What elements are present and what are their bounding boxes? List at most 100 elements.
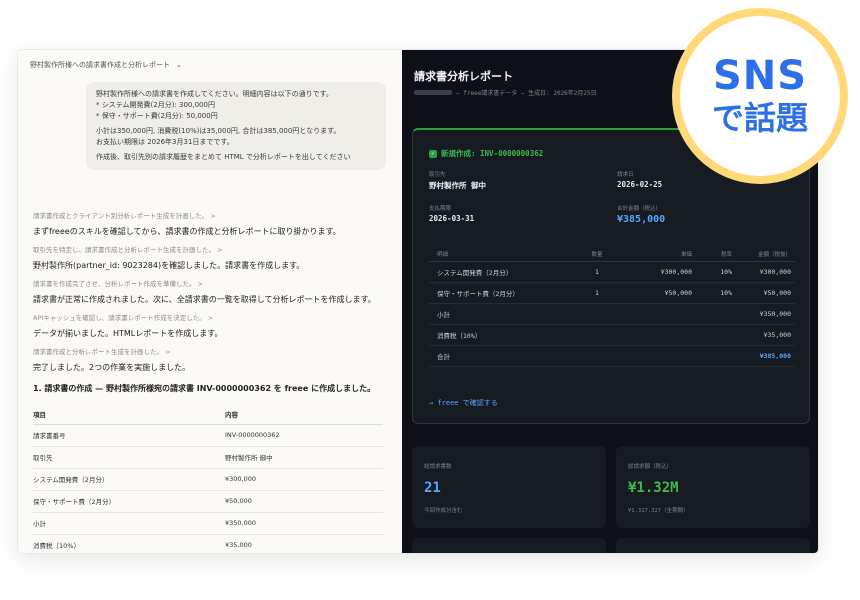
chat-pane: 野村製作所様への請求書作成と分析レポート ⌄ 野村製作所様への請求書を作成してく… [18, 50, 402, 553]
open-in-freee-link[interactable]: → freee で確認する [429, 398, 498, 408]
thinking-step[interactable]: 請求書作成とクライアント別分析レポート生成を計画した。 > [33, 210, 216, 220]
assistant-message: 請求書が正常に作成されました。次に、全請求書の一覧を取得して分析レポートを作成し… [33, 295, 376, 304]
table-cell: ¥50,000 [225, 490, 383, 513]
date-label: 請求日 [617, 172, 634, 178]
table-row: 小計 ¥350,000 [33, 512, 383, 535]
badge-text: 新規作成: INV-0000000362 [441, 149, 544, 158]
grand-total-row: 合計 ¥385,000 [429, 346, 795, 367]
table-row: 保守・サポート費（2月分） 1 ¥50,000 10% ¥50,000 [429, 283, 795, 304]
sns-badge-line1: SNS [712, 53, 808, 99]
subtotal-value: ¥350,000 [759, 310, 791, 318]
assistant-message: 完了しました。2つの作業を実施しました。 [33, 363, 191, 372]
stat-label: 総請求書数 [424, 464, 452, 470]
total-value: ¥385,000 [617, 214, 666, 225]
assistant-message: まずfreeeのスキルを確認してから、請求書の作成と分析レポートに取り掛かります… [33, 227, 341, 236]
table-cell: ¥350,000 [225, 512, 383, 535]
table-cell: 10% [720, 289, 732, 297]
table-cell: ¥300,000 [759, 268, 791, 276]
stat-label: 総請求額（税込） [628, 464, 673, 470]
table-row: 保守・サポート費（2月分） ¥50,000 [33, 490, 383, 513]
table-cell: 消費税（10%） [33, 534, 225, 553]
stat-value: ¥1.32M [628, 480, 679, 496]
report-subtitle: — freee請求書データ — 生成日: 2026年2月25日 [414, 88, 597, 97]
check-icon: ✓ [429, 149, 437, 158]
tax-label: 消費税（10%） [437, 332, 482, 340]
table-cell: 10% [720, 268, 732, 276]
due-label: 支払期限 [429, 206, 452, 212]
stat-note: 今回作成分含む [424, 508, 463, 514]
column-header: 明細 [437, 251, 449, 258]
table-cell: 小計 [33, 512, 225, 535]
subtotal-row: 小計 ¥350,000 [429, 304, 795, 325]
conversation-title-text: 野村製作所様への請求書作成と分析レポート [30, 61, 170, 69]
stat-card-partial [616, 538, 810, 553]
thinking-step[interactable]: 請求書を作成完了させ、分析レポート作成を準備した。 > [33, 278, 203, 288]
conversation-title[interactable]: 野村製作所様への請求書作成と分析レポート ⌄ [30, 60, 182, 70]
stat-note: ¥1,317,327（全期間） [628, 508, 689, 514]
report-subtitle-text: — freee請求書データ — 生成日: 2026年2月25日 [456, 90, 597, 97]
user-message-line: * システム開発費(2月分): 300,000円 [96, 101, 215, 109]
table-cell: ¥50,000 [664, 289, 692, 297]
summary-table: 項目 内容 請求書番号 INV-0000000362 取引先 野村製作所 御中 … [33, 404, 383, 553]
new-invoice-badge: ✓ 新規作成: INV-0000000362 [429, 148, 543, 159]
column-header: 単価 [680, 251, 692, 258]
table-cell: ¥300,000 [660, 268, 692, 276]
stat-card-partial [412, 538, 606, 553]
table-cell: 1 [595, 289, 599, 297]
subtotal-label: 小計 [437, 311, 450, 319]
user-message-line: 作成後、取引先別の請求履歴をまとめて HTML で分析レポートを出してください [96, 153, 351, 161]
total-label: 合計金額（税込） [617, 206, 662, 212]
grand-total-label: 合計 [437, 353, 450, 361]
user-message-line: 野村製作所様への請求書を作成してください。明細内容は以下の通りです。 [96, 90, 333, 98]
line-items-table: 明細 数量 単価 税率 金額（税抜） システム開発費（2月分） 1 ¥300,0… [429, 246, 795, 367]
table-cell: 保守・サポート費（2月分） [33, 490, 225, 513]
redacted-text [414, 90, 452, 95]
stat-card-total-amount: 総請求額（税込） ¥1.32M ¥1,317,327（全期間） [616, 446, 810, 528]
table-row: システム開発費（2月分） ¥300,000 [33, 468, 383, 491]
table-cell: ¥50,000 [763, 289, 791, 297]
thinking-step[interactable]: 取引先を特定し、請求書作成と分析レポート生成を計画した。 > [33, 244, 223, 254]
column-header: 税率 [720, 251, 732, 258]
table-header-row: 項目 内容 [33, 404, 383, 425]
tax-row: 消費税（10%） ¥35,000 [429, 325, 795, 346]
user-message-line: 小計は350,000円, 消費税(10%)は35,000円, 合計は385,00… [96, 127, 341, 135]
partner-value: 野村製作所 御中 [429, 181, 487, 190]
table-cell: システム開発費（2月分） [437, 269, 513, 277]
sns-badge-inner: SNS で話題 [680, 16, 840, 176]
user-message: 野村製作所様への請求書を作成してください。明細内容は以下の通りです。 * システ… [86, 82, 386, 170]
table-cell: 保守・サポート費（2月分） [437, 290, 519, 298]
table-header-row: 明細 数量 単価 税率 金額（税抜） [429, 246, 795, 262]
table-cell: 野村製作所 御中 [225, 446, 383, 469]
partner-label: 取引先 [429, 172, 446, 178]
thinking-step[interactable]: APIキャッシュを確認し、請求書レポート作成を決定した。 > [33, 312, 213, 322]
user-message-line: お支払い期限は 2026年3月31日までです。 [96, 138, 234, 146]
tax-value: ¥35,000 [763, 331, 791, 339]
table-row: 請求書番号 INV-0000000362 [33, 424, 383, 447]
thinking-step[interactable]: 請求書作成と分析レポート生成を計画した。 > [33, 346, 171, 356]
column-header: 項目 [33, 404, 225, 425]
table-cell: 1 [595, 268, 599, 276]
user-message-line: * 保守・サポート費(2月分): 50,000円 [96, 112, 218, 120]
report-title: 請求書分析レポート [414, 70, 513, 83]
sns-badge-line2: で話題 [711, 99, 808, 137]
table-row: システム開発費（2月分） 1 ¥300,000 10% ¥300,000 [429, 262, 795, 283]
stat-card-invoice-count: 総請求書数 21 今回作成分含む [412, 446, 606, 528]
summary-heading: 1. 請求書の作成 — 野村製作所様宛の請求書 INV-0000000362 を… [33, 384, 376, 393]
date-value: 2026-02-25 [617, 180, 663, 189]
column-header: 内容 [225, 404, 383, 425]
table-row: 消費税（10%） ¥35,000 [33, 534, 383, 553]
chevron-down-icon: ⌄ [176, 61, 182, 69]
sns-badge: SNS で話題 [672, 8, 848, 184]
table-cell: 請求書番号 [33, 424, 225, 447]
table-cell: ¥300,000 [225, 468, 383, 491]
table-cell: ¥35,000 [225, 534, 383, 553]
stat-value: 21 [424, 480, 441, 496]
assistant-message: データが揃いました。HTMLレポートを作成します。 [33, 329, 223, 338]
assistant-message: 野村製作所(partner_id: 9023284)を確認しました。請求書を作成… [33, 261, 305, 270]
column-header: 金額（税抜） [757, 251, 791, 258]
table-cell: システム開発費（2月分） [33, 468, 225, 491]
table-cell: 取引先 [33, 446, 225, 469]
table-cell: INV-0000000362 [225, 424, 383, 447]
due-value: 2026-03-31 [429, 214, 475, 223]
table-row: 取引先 野村製作所 御中 [33, 446, 383, 469]
